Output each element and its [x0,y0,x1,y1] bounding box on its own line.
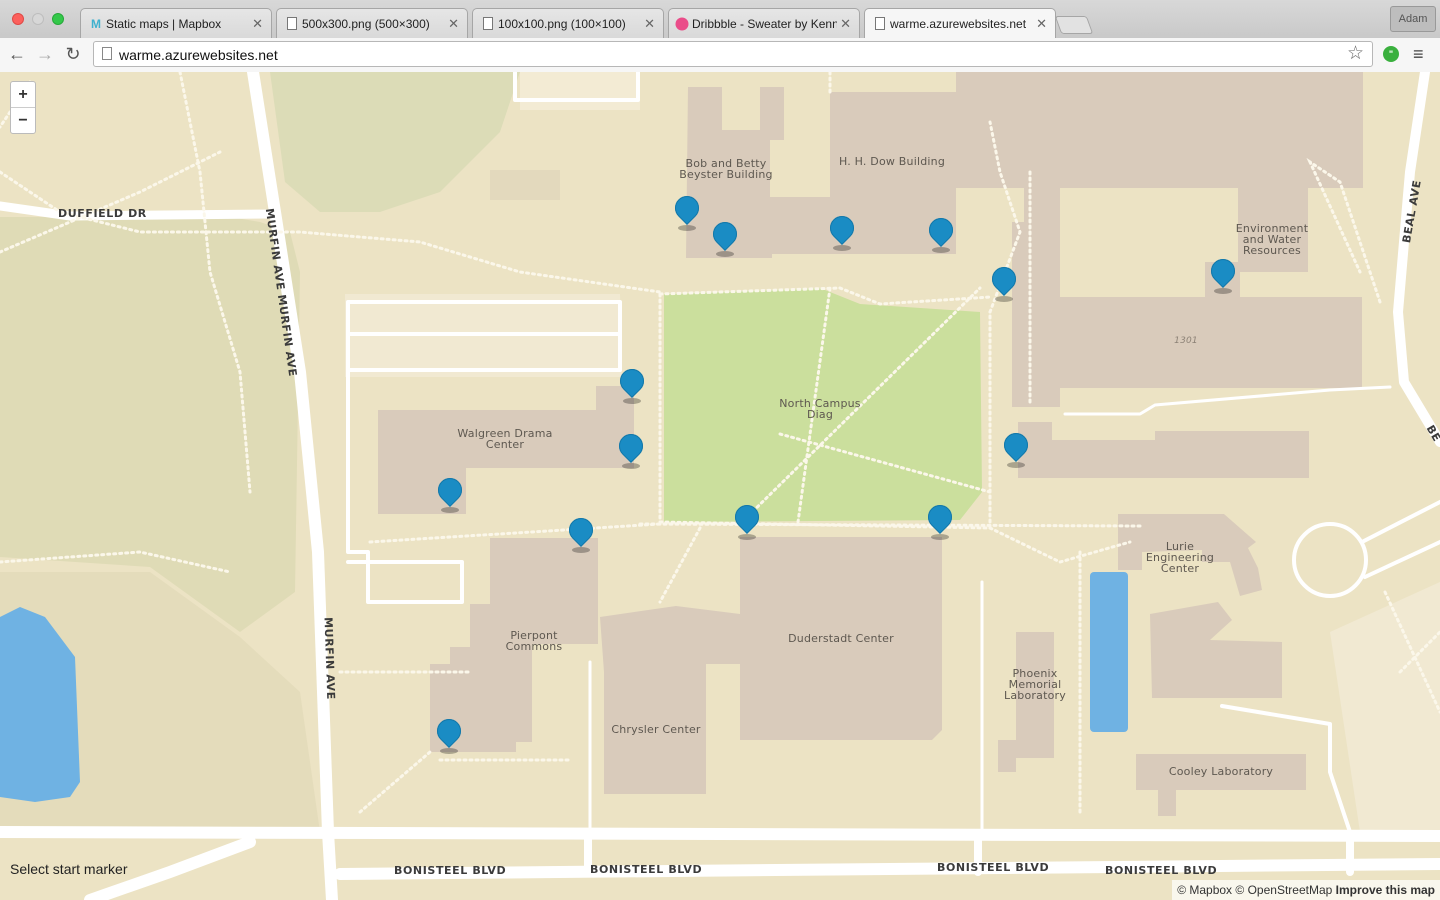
building-cooley [1136,754,1306,816]
window-close-button[interactable] [12,13,24,25]
url-text[interactable]: warme.azurewebsites.net [119,47,278,63]
mapbox-icon: M [91,17,101,31]
page-icon [102,47,112,60]
page-icon [482,17,494,31]
map-marker[interactable] [615,364,649,409]
tab-title: warme.azurewebsites.net [890,17,1027,31]
tab-100x100[interactable]: 100x100.png (100×100) ✕ [472,8,664,38]
tab-close-icon[interactable]: ✕ [644,16,655,32]
label-beyster-building: Bob and Betty Beyster Building [679,157,773,181]
label-north-campus-diag: North Campus Diag [779,397,861,421]
label-bonisteel-blvd: BONISTEEL BLVD [1105,864,1218,877]
label-cooley-laboratory: Cooley Laboratory [1168,765,1274,778]
hangouts-extension-icon[interactable]: " [1383,46,1399,62]
map-marker[interactable] [1206,254,1240,299]
park-area-north [270,72,520,212]
zoom-control: + − [10,81,36,134]
map-view[interactable]: Bob and Betty Beyster Building H. H. Dow… [0,72,1440,900]
reload-icon[interactable]: ↻ [62,43,84,65]
chrome-menu-icon[interactable]: ≡ [1413,44,1424,64]
label-phoenix-memorial-laboratory: Phoenix Memorial Laboratory [1004,667,1066,702]
map-marker[interactable] [432,714,466,759]
tab-close-icon[interactable]: ✕ [448,16,459,32]
map-marker[interactable] [825,211,859,256]
park-area-west [0,217,300,632]
label-bonisteel-blvd: BONISTEEL BLVD [590,863,703,876]
map-marker[interactable] [564,513,598,558]
label-dow-building: H. H. Dow Building [838,155,946,168]
tab-close-icon[interactable]: ✕ [840,16,851,32]
tab-close-icon[interactable]: ✕ [252,16,263,32]
map-marker[interactable] [614,429,648,474]
parking-lot-east [1330,582,1440,832]
map-marker[interactable] [999,428,1033,473]
browser-window: M Static maps | Mapbox ✕ 500x300.png (50… [0,0,1440,900]
tab-title: 500x300.png (500×300) [302,17,430,31]
improve-map-link[interactable]: Improve this map [1336,883,1435,897]
attribution-mapbox-link[interactable]: © Mapbox [1177,883,1232,897]
map-marker[interactable] [924,213,958,258]
tab-title: Dribbble - Sweater by Kenneth [692,17,837,31]
tab-500x300[interactable]: 500x300.png (500×300) ✕ [276,8,468,38]
map-marker[interactable] [670,191,704,236]
label-bonisteel-blvd: BONISTEEL BLVD [394,864,507,877]
building-lurie-south [1150,602,1282,698]
page-icon [874,17,886,31]
road-service-ewre [1063,385,1392,416]
roundabout [1292,522,1368,598]
address-bar[interactable]: warme.azurewebsites.net ☆ [93,41,1373,67]
dribbble-icon [675,17,689,31]
map-marker[interactable] [730,500,764,545]
tab-bar: M Static maps | Mapbox ✕ 500x300.png (50… [0,0,1440,39]
new-tab-button[interactable] [1054,16,1094,34]
building-chrysler [600,606,740,794]
label-address-number: 1301 [1174,336,1198,346]
bookmark-star-icon[interactable]: ☆ [1347,44,1364,64]
label-duderstadt-center: Duderstadt Center [788,632,894,645]
attribution-osm-link[interactable]: © OpenStreetMap [1235,883,1332,897]
tab-static-maps[interactable]: M Static maps | Mapbox ✕ [80,8,272,38]
map-marker[interactable] [987,262,1021,307]
tab-dribbble[interactable]: Dribbble - Sweater by Kenneth ✕ [668,8,860,38]
page-icon [286,17,298,31]
label-ewre: Environment and Water Resources [1235,222,1309,257]
tab-title: 100x100.png (100×100) [498,17,626,31]
label-lurie-engineering-center: Lurie Engineering Center [1145,540,1215,575]
map-marker[interactable] [708,217,742,262]
road-beal-ave [1393,72,1440,447]
profile-button[interactable]: Adam [1390,6,1436,32]
browser-toolbar: ← → ↻ warme.azurewebsites.net ☆ " ≡ [0,38,1440,73]
label-duffield-dr: DUFFIELD DR [58,207,147,220]
forward-arrow-icon[interactable]: → [34,43,56,65]
building-ewre-lower [1018,422,1309,478]
map-marker[interactable] [433,473,467,518]
zoom-in-button[interactable]: + [11,82,35,108]
status-instruction: Select start marker [10,861,128,877]
map-marker[interactable] [923,500,957,545]
tab-warme-active[interactable]: warme.azurewebsites.net ✕ [864,8,1056,39]
parking-lot-north [520,72,640,110]
road-bonisteel-upper [0,826,1440,842]
back-arrow-icon[interactable]: ← [6,43,28,65]
tab-close-icon[interactable]: ✕ [1036,16,1047,32]
label-bonisteel-blvd: BONISTEEL BLVD [937,861,1050,874]
label-chrysler-center: Chrysler Center [611,723,701,736]
zoom-out-button[interactable]: − [11,108,35,133]
tab-title: Static maps | Mapbox [106,17,222,31]
label-pierpont-commons: Pierpont Commons [505,629,563,653]
reflecting-pool [1090,572,1128,732]
window-maximize-button[interactable] [52,13,64,25]
map-attribution: © Mapbox © OpenStreetMap Improve this ma… [1172,880,1440,900]
label-walgreen-drama-center: Walgreen Drama Center [457,427,553,451]
building-phoenix [998,632,1054,772]
field-patch [490,170,560,200]
window-minimize-button[interactable] [32,13,44,25]
